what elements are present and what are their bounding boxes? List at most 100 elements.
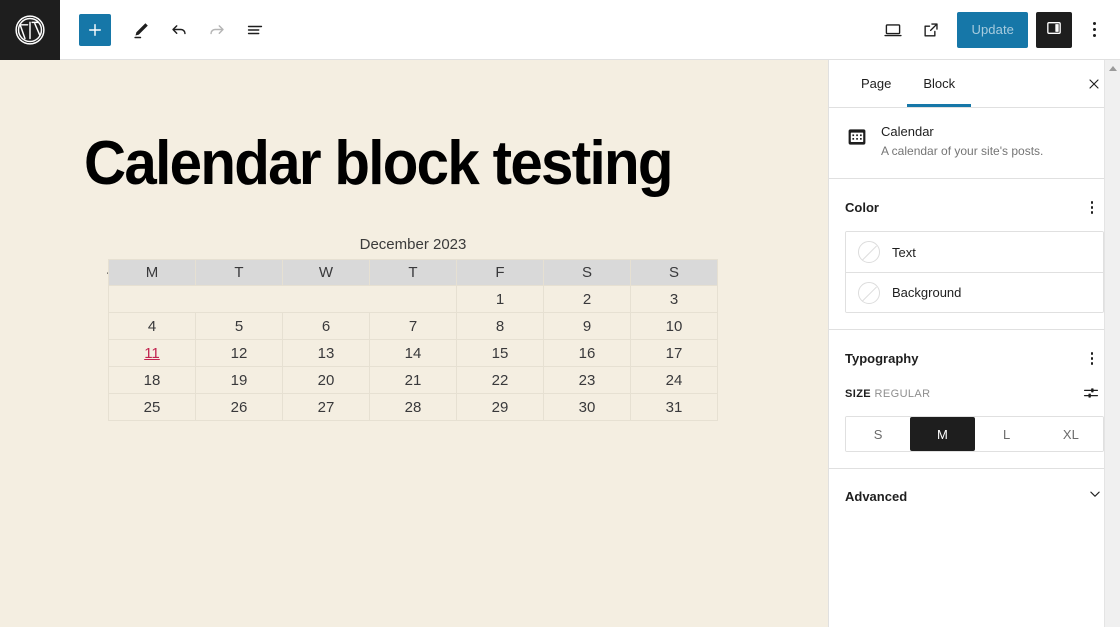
calendar-cell: 2 [543, 285, 631, 313]
calendar-block[interactable]: December 2023 M T W T F S S 1 2 3 4 5 6 … [108, 232, 718, 421]
page-title[interactable]: Calendar block testing [84, 132, 742, 195]
calendar-cell: 17 [630, 339, 718, 367]
font-size-label: SIZE REGULAR [845, 388, 931, 400]
scroll-up-arrow-icon [1109, 65, 1117, 71]
advanced-panel-toggle[interactable]: Advanced [829, 469, 1120, 524]
editor-options-button[interactable] [1076, 12, 1112, 48]
calendar-icon [845, 124, 869, 160]
font-size-segmented-control: S M L XL [845, 416, 1104, 453]
update-button[interactable]: Update [957, 11, 1028, 48]
tab-page[interactable]: Page [845, 60, 907, 107]
calendar-cell: 30 [543, 393, 631, 421]
calendar-day-header: S [543, 259, 631, 286]
font-size-option-s[interactable]: S [846, 417, 911, 452]
advanced-panel-title: Advanced [845, 489, 908, 505]
calendar-cell: 27 [282, 393, 370, 421]
wordpress-logo-button[interactable] [0, 0, 60, 60]
calendar-cell: 24 [630, 366, 718, 394]
calendar-cell: 18 [108, 366, 196, 394]
chevron-down-icon [1086, 485, 1104, 508]
settings-sidebar-toggle-button[interactable] [1036, 11, 1072, 48]
tab-block[interactable]: Block [907, 60, 971, 107]
three-dots-vertical-icon [1092, 22, 1096, 25]
calendar-cell: 31 [630, 393, 718, 421]
three-dots-vertical-icon [1090, 201, 1094, 204]
scroll-up-button[interactable] [1105, 60, 1120, 76]
typography-panel-options-button[interactable] [1080, 346, 1104, 370]
calendar-cell: 14 [369, 339, 457, 367]
undo-button[interactable] [161, 12, 197, 48]
calendar-day-header: F [456, 259, 544, 286]
color-panel-header: Color [845, 195, 1104, 219]
block-inserter-button[interactable] [79, 13, 111, 46]
block-info-text: Calendar A calendar of your site's posts… [881, 124, 1043, 160]
color-option-label: Text [892, 244, 916, 260]
editor-toolbar: Update [0, 0, 1120, 60]
font-size-custom-toggle-button[interactable] [1078, 382, 1104, 406]
calendar-cell: 1 [456, 285, 544, 313]
pencil-edit-icon [130, 19, 152, 41]
calendar-caption: December 2023 [359, 236, 467, 253]
document-overview-button[interactable] [237, 12, 273, 48]
view-post-button[interactable] [913, 12, 949, 48]
settings-sidebar: Page Block Calendar A calendar of your s… [828, 60, 1120, 627]
color-option-text[interactable]: Text [846, 232, 1103, 273]
calendar-cell: 3 [630, 285, 718, 313]
calendar-cell: 29 [456, 393, 544, 421]
font-size-option-xl[interactable]: XL [1038, 417, 1103, 452]
tools-pencil-button[interactable] [123, 12, 159, 48]
plus-icon [86, 21, 104, 39]
typography-panel: Typography SIZE REGULAR S M L XL [829, 330, 1120, 470]
calendar-day-link[interactable]: 11 [144, 345, 160, 362]
font-size-value: REGULAR [874, 388, 931, 401]
calendar-cell: 28 [369, 393, 457, 421]
block-name: Calendar [881, 124, 934, 139]
desktop-preview-icon [882, 19, 904, 41]
no-color-swatch-icon [858, 281, 880, 304]
calendar-cell: 16 [543, 339, 631, 367]
calendar-cell: 4 [108, 312, 196, 340]
calendar-cell: 19 [195, 366, 283, 394]
toolbar-right-group: Update [875, 11, 1120, 48]
no-color-swatch-icon [858, 241, 880, 264]
calendar-day-header: T [369, 259, 457, 286]
calendar-body: 1 2 3 4 5 6 7 8 9 10 11 12 13 14 15 16 1… [108, 285, 718, 421]
calendar-cell: 7 [369, 312, 457, 340]
table-row: 11 12 13 14 15 16 17 [108, 339, 718, 367]
calendar-day-header: W [282, 259, 370, 286]
font-size-option-m[interactable]: M [910, 417, 975, 452]
calendar-cell: 25 [108, 393, 196, 421]
preview-device-button[interactable] [875, 12, 911, 48]
calendar-cell: 6 [282, 312, 370, 340]
typography-panel-title: Typography [845, 350, 919, 366]
calendar-cell: 9 [543, 312, 631, 340]
color-option-background[interactable]: Background [846, 272, 1103, 313]
redo-arrow-icon [206, 19, 228, 41]
typography-panel-header: Typography [845, 346, 1104, 370]
calendar-cell: 13 [282, 339, 370, 367]
calendar-cell: 15 [456, 339, 544, 367]
calendar-cell: 5 [195, 312, 283, 340]
calendar-cell [369, 285, 457, 313]
redo-button[interactable] [199, 12, 235, 48]
external-link-icon [920, 19, 942, 41]
table-row: 25 26 27 28 29 30 31 [108, 393, 718, 421]
three-dots-vertical-icon [1090, 352, 1094, 355]
editor-canvas[interactable]: Calendar block testing . December 2023 M… [0, 60, 828, 627]
font-size-row: SIZE REGULAR [845, 382, 1104, 406]
font-size-key: SIZE [845, 388, 872, 401]
calendar-cell: 21 [369, 366, 457, 394]
font-size-option-l[interactable]: L [974, 417, 1039, 452]
document-overview-icon [244, 19, 266, 41]
color-options-group: Text Background [845, 231, 1104, 314]
calendar-day-header: T [195, 259, 283, 286]
sidebar-tabs: Page Block [829, 60, 1120, 108]
wordpress-logo-icon [14, 14, 46, 46]
table-row: 4 5 6 7 8 9 10 [108, 312, 718, 340]
calendar-cell [282, 285, 370, 313]
vertical-scrollbar[interactable] [1104, 60, 1120, 627]
color-panel-options-button[interactable] [1080, 195, 1104, 219]
table-row: 18 19 20 21 22 23 24 [108, 366, 718, 394]
calendar-cell: 23 [543, 366, 631, 394]
calendar-table: M T W T F S S 1 2 3 4 5 6 7 8 9 10 11 12… [108, 259, 718, 421]
